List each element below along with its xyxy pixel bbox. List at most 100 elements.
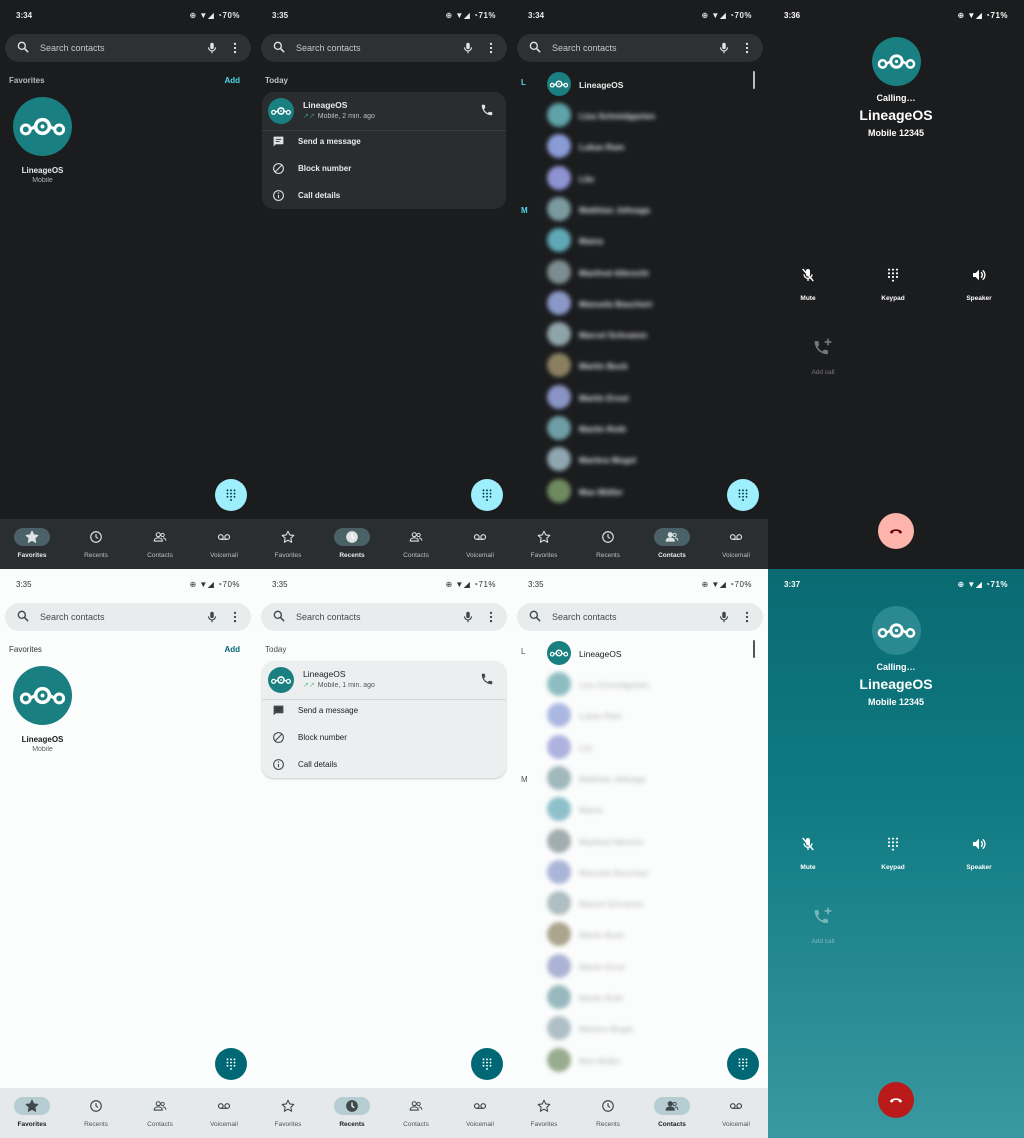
recent-call-card[interactable]: LineageOS ↗↗ Mobile, 1 min. ago Send a mess… — [262, 661, 506, 778]
contact-row[interactable]: Martin Buck — [547, 922, 747, 948]
contact-row[interactable]: Martin Ernst — [547, 384, 747, 411]
nav-voicemail[interactable]: Voicemail — [448, 519, 512, 569]
block-number-action[interactable]: Block number — [272, 728, 492, 748]
contact-row[interactable]: Manuela Bauchert — [547, 859, 747, 886]
contact-row[interactable]: Lukas Ram — [547, 134, 747, 160]
search-icon[interactable] — [528, 40, 542, 54]
mic-icon[interactable] — [205, 609, 219, 625]
contact-row[interactable]: Martina Mogel — [547, 1016, 747, 1042]
search-icon[interactable] — [272, 609, 286, 623]
search-bar[interactable]: Search contacts — [261, 603, 507, 631]
mic-icon[interactable] — [461, 40, 475, 56]
send-message-action[interactable]: Send a message — [272, 132, 492, 152]
search-input[interactable]: Search contacts — [296, 43, 361, 53]
contact-row[interactable]: LineageOS — [547, 641, 747, 667]
contact-row[interactable]: Matthias Jeltsaga — [547, 196, 747, 223]
contact-row[interactable]: Martin Buck — [547, 353, 747, 379]
nav-favorites[interactable]: Favorites — [512, 519, 576, 569]
nav-recents[interactable]: Recents — [64, 1088, 128, 1138]
search-input[interactable]: Search contacts — [40, 612, 105, 622]
contact-row[interactable]: Max Müller — [547, 1047, 747, 1074]
contact-row[interactable]: Lilo — [547, 165, 747, 192]
mute-button[interactable]: Mute — [778, 836, 838, 886]
nav-recents[interactable]: Recents — [576, 519, 640, 569]
mute-button[interactable]: Mute — [778, 267, 838, 317]
add-favorite-button[interactable]: Add — [224, 76, 240, 85]
contact-row[interactable]: Manfred Albrecht — [547, 828, 747, 855]
search-icon[interactable] — [16, 609, 30, 623]
nav-voicemail[interactable]: Voicemail — [448, 1088, 512, 1138]
search-icon[interactable] — [528, 609, 542, 623]
favorite-avatar[interactable] — [13, 666, 72, 725]
end-call-button[interactable] — [878, 513, 914, 549]
nav-favorites[interactable]: Favorites — [0, 519, 64, 569]
speaker-button[interactable]: Speaker — [949, 836, 1009, 886]
phone-icon[interactable] — [480, 672, 494, 686]
add-call-button[interactable]: Add call — [793, 906, 853, 956]
search-bar[interactable]: Search contacts — [517, 603, 763, 631]
dialpad-button[interactable] — [215, 1048, 247, 1080]
add-call-button[interactable]: Add call — [793, 337, 853, 387]
nav-recents[interactable]: Recents — [320, 519, 384, 569]
recent-call-card[interactable]: LineageOS ↗↗ Mobile, 2 min. ago Send a mess… — [262, 92, 506, 209]
mic-icon[interactable] — [205, 40, 219, 56]
nav-contacts[interactable]: Contacts — [128, 1088, 192, 1138]
more-icon[interactable] — [487, 610, 495, 624]
mic-icon[interactable] — [717, 609, 731, 625]
mic-icon[interactable] — [717, 40, 731, 56]
nav-recents[interactable]: Recents — [576, 1088, 640, 1138]
nav-contacts[interactable]: Contacts — [640, 1088, 704, 1138]
contact-row[interactable]: Martin Ernst — [547, 953, 747, 980]
contact-row[interactable]: Marcel Schramm — [547, 322, 747, 348]
dialpad-button[interactable] — [727, 1048, 759, 1080]
more-icon[interactable] — [743, 41, 751, 55]
nav-favorites[interactable]: Favorites — [0, 1088, 64, 1138]
nav-recents[interactable]: Recents — [64, 519, 128, 569]
dialpad-button[interactable] — [215, 479, 247, 511]
search-input[interactable]: Search contacts — [40, 43, 105, 53]
dialpad-button[interactable] — [471, 479, 503, 511]
contact-row[interactable]: Matthias Jeltsaga — [547, 765, 747, 792]
contact-row[interactable]: Martin Roth — [547, 985, 747, 1011]
contact-row[interactable]: Lilo — [547, 734, 747, 761]
contact-row[interactable]: LineageOS — [547, 72, 747, 98]
scrollbar[interactable] — [753, 71, 755, 89]
search-input[interactable]: Search contacts — [552, 612, 617, 622]
nav-voicemail[interactable]: Voicemail — [704, 1088, 768, 1138]
nav-voicemail[interactable]: Voicemail — [192, 519, 256, 569]
contact-row[interactable]: Lisa Schmidgarten — [547, 103, 747, 129]
favorite-name[interactable]: LineageOS — [0, 166, 85, 175]
nav-voicemail[interactable]: Voicemail — [192, 1088, 256, 1138]
search-bar[interactable]: Search contacts — [261, 34, 507, 62]
search-input[interactable]: Search contacts — [552, 43, 617, 53]
send-message-action[interactable]: Send a message — [272, 701, 492, 721]
nav-favorites[interactable]: Favorites — [512, 1088, 576, 1138]
contact-row[interactable]: Lukas Ram — [547, 703, 747, 729]
keypad-button[interactable]: Keypad — [863, 267, 923, 317]
dialpad-button[interactable] — [727, 479, 759, 511]
nav-contacts[interactable]: Contacts — [128, 519, 192, 569]
more-icon[interactable] — [231, 610, 239, 624]
call-details-action[interactable]: Call details — [272, 186, 492, 206]
more-icon[interactable] — [231, 41, 239, 55]
block-number-action[interactable]: Block number — [272, 159, 492, 179]
contact-row[interactable]: Manfred Albrecht — [547, 259, 747, 286]
search-input[interactable]: Search contacts — [296, 612, 361, 622]
add-favorite-button[interactable]: Add — [224, 645, 240, 654]
search-icon[interactable] — [272, 40, 286, 54]
speaker-button[interactable]: Speaker — [949, 267, 1009, 317]
call-details-action[interactable]: Call details — [272, 755, 492, 775]
nav-recents[interactable]: Recents — [320, 1088, 384, 1138]
favorite-avatar[interactable] — [13, 97, 72, 156]
search-bar[interactable]: Search contacts — [5, 603, 251, 631]
nav-favorites[interactable]: Favorites — [256, 519, 320, 569]
end-call-button[interactable] — [878, 1082, 914, 1118]
search-bar[interactable]: Search contacts — [5, 34, 251, 62]
mic-icon[interactable] — [461, 609, 475, 625]
contact-row[interactable]: Mama — [547, 228, 747, 254]
nav-favorites[interactable]: Favorites — [256, 1088, 320, 1138]
nav-contacts[interactable]: Contacts — [384, 519, 448, 569]
nav-voicemail[interactable]: Voicemail — [704, 519, 768, 569]
contact-row[interactable]: Marcel Schramm — [547, 891, 747, 917]
favorite-name[interactable]: LineageOS — [0, 735, 85, 744]
